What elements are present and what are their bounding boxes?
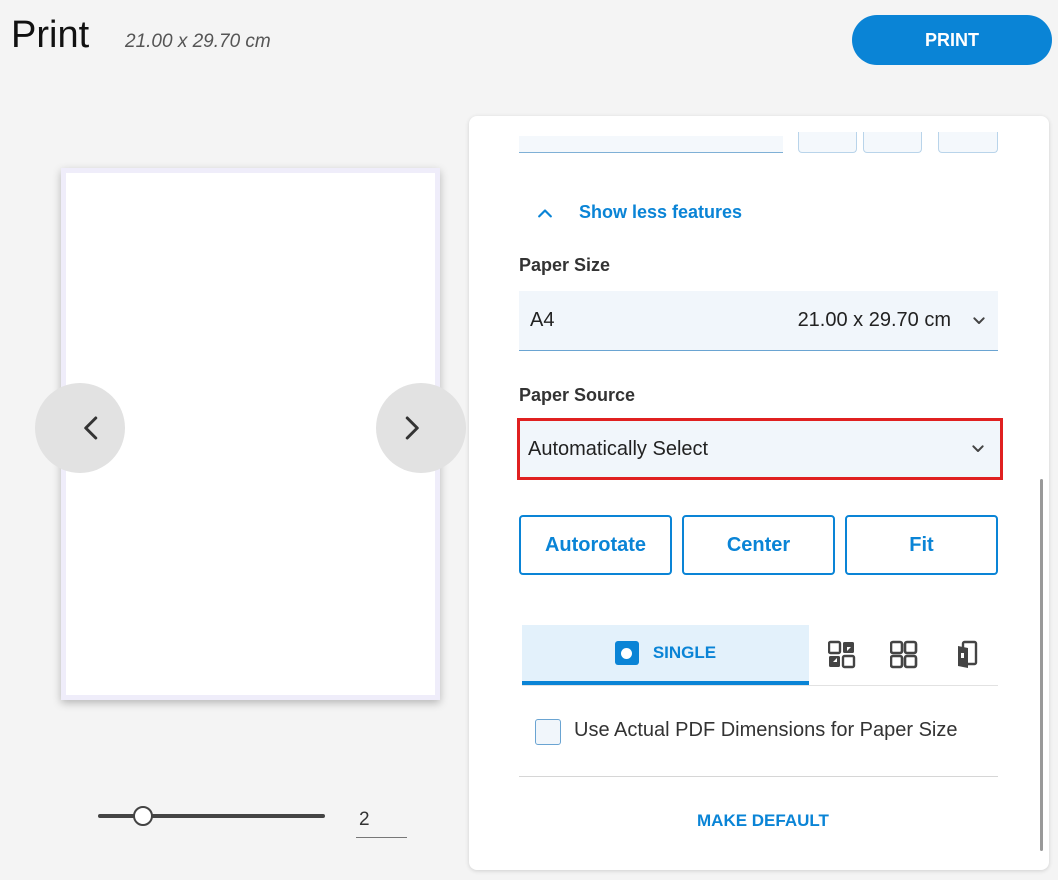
tile-icon[interactable] — [828, 640, 856, 670]
paper-source-select[interactable]: Automatically Select — [517, 418, 1003, 480]
page-number-input[interactable] — [356, 802, 407, 838]
chevron-left-icon — [84, 416, 98, 440]
tab-single[interactable]: SINGLE — [522, 625, 809, 685]
chevron-down-icon — [973, 316, 985, 324]
paper-dimensions-text: 21.00 x 29.70 cm — [125, 31, 271, 52]
chevron-right-icon — [405, 416, 419, 440]
partially-visible-button[interactable] — [798, 132, 857, 153]
show-less-features-toggle[interactable]: Show less features — [535, 202, 742, 223]
partially-visible-field[interactable] — [519, 136, 783, 153]
paper-source-label: Paper Source — [519, 385, 636, 405]
pdf-dimensions-checkbox[interactable] — [535, 719, 561, 745]
show-less-features-label: Show less features — [579, 202, 743, 222]
paper-size-dimensions: 21.00 x 29.70 cm — [797, 309, 951, 331]
print-settings-panel[interactable]: Show less features Paper Size A4 21.00 x… — [469, 116, 1049, 870]
single-page-icon — [614, 641, 639, 665]
page-title: Print — [11, 14, 90, 56]
partially-visible-button[interactable] — [863, 132, 922, 153]
chevron-up-icon — [538, 208, 552, 217]
paper-source-value: Automatically Select — [528, 437, 709, 460]
paper-size-label: Paper Size — [519, 255, 611, 275]
make-default-button[interactable]: MAKE DEFAULT — [697, 811, 829, 831]
autorotate-button[interactable]: Autorotate — [519, 515, 672, 575]
paper-size-select[interactable]: A4 21.00 x 29.70 cm — [519, 291, 998, 351]
paper-size-value: A4 — [530, 309, 555, 331]
print-button[interactable]: PRINT — [852, 15, 1052, 65]
fit-button[interactable]: Fit — [845, 515, 998, 575]
panel-scrollbar[interactable] — [1040, 479, 1043, 851]
chevron-down-icon — [972, 445, 984, 452]
pdf-dimensions-label: Use Actual PDF Dimensions for Paper Size — [574, 719, 958, 741]
booklet-icon[interactable] — [954, 640, 982, 670]
previous-page-button[interactable] — [35, 383, 125, 473]
next-page-button[interactable] — [376, 383, 466, 473]
tab-single-label: SINGLE — [652, 643, 717, 662]
zoom-slider-thumb[interactable] — [133, 806, 153, 826]
page-layout-tabs: SINGLE — [522, 625, 998, 686]
multiple-icon[interactable] — [890, 640, 918, 670]
partially-visible-button[interactable] — [938, 132, 998, 153]
divider — [519, 776, 998, 777]
center-button[interactable]: Center — [682, 515, 835, 575]
